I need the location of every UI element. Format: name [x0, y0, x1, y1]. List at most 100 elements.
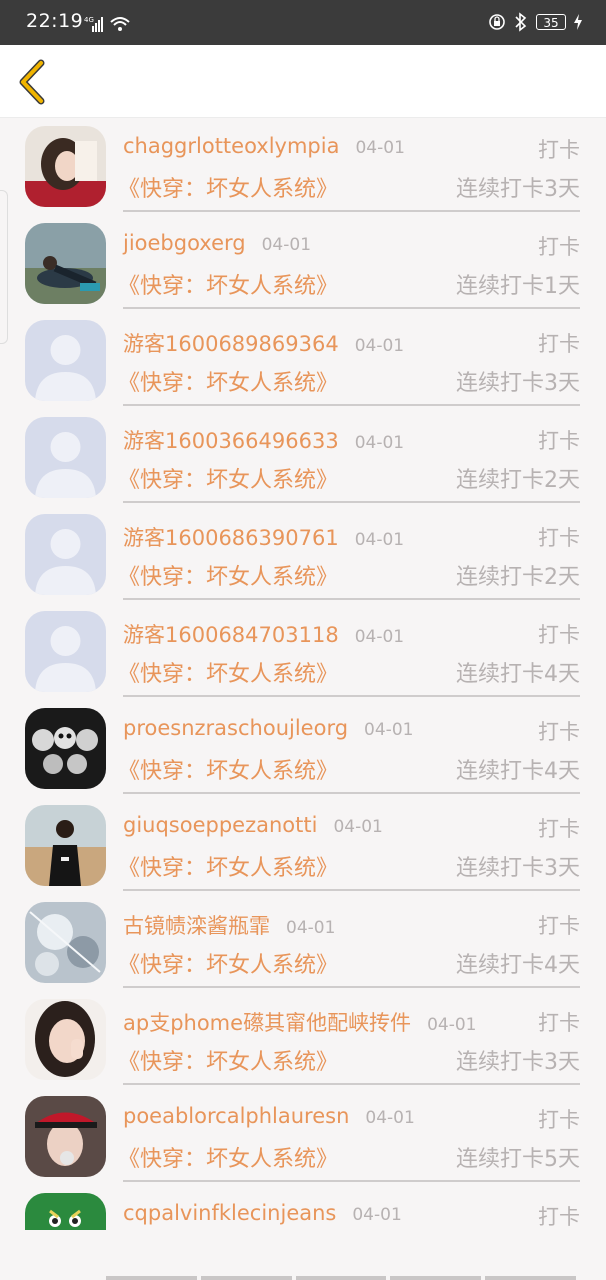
- book-title[interactable]: 《快穿：坏女人系统》: [118, 268, 338, 300]
- avatar[interactable]: [25, 223, 106, 304]
- checkin-label: 打卡: [538, 526, 580, 550]
- book-title[interactable]: 《快穿：坏女人系统》: [118, 559, 338, 591]
- checkin-label: 打卡: [538, 332, 580, 356]
- divider: [123, 307, 580, 309]
- divider: [123, 1083, 580, 1085]
- user-name-text: 游客1600366496633: [123, 429, 339, 453]
- user-name[interactable]: 古镜帻滦酱瓶霏 04-01: [123, 910, 335, 940]
- avatar[interactable]: [25, 902, 106, 983]
- avatar[interactable]: [25, 708, 106, 789]
- checkin-label: 打卡: [538, 1011, 580, 1035]
- divider: [123, 501, 580, 503]
- user-name[interactable]: 游客1600684703118 04-01: [123, 619, 404, 649]
- list-item[interactable]: cqpalvinfklecinjeans 04-01 打卡: [0, 1183, 606, 1230]
- user-name[interactable]: jioebgoxerg 04-01: [123, 231, 311, 255]
- checkin-label: 打卡: [538, 138, 580, 162]
- book-title[interactable]: 《快穿：坏女人系统》: [118, 850, 338, 882]
- chevron-left-icon: [19, 59, 45, 105]
- divider: [123, 889, 580, 891]
- avatar[interactable]: [25, 126, 106, 207]
- divider: [123, 695, 580, 697]
- user-name[interactable]: cqpalvinfklecinjeans 04-01: [123, 1201, 402, 1225]
- list-item[interactable]: ap支phome礤其甯他配峡抟件 04-01 打卡《快穿：坏女人系统》 连续打卡3天: [0, 989, 606, 1086]
- streak-days: 连续打卡4天: [456, 953, 580, 978]
- checkin-date: 04-01: [427, 1015, 477, 1035]
- checkin-list: 《快穿：坏女人系统》连续打卡2天chaggrlotteoxlympia04-01…: [0, 58, 606, 1230]
- user-name-text: 古镜帻滦酱瓶霏: [123, 914, 270, 938]
- list-item[interactable]: 古镜帻滦酱瓶霏 04-01 打卡《快穿：坏女人系统》 连续打卡4天: [0, 892, 606, 989]
- avatar[interactable]: [25, 514, 106, 595]
- book-title[interactable]: 《快穿：坏女人系统》: [118, 753, 338, 785]
- list-item[interactable]: giuqsoeppezanotti 04-01 打卡《快穿：坏女人系统》 连续打卡3天: [0, 795, 606, 892]
- bluetooth-icon: [515, 12, 527, 32]
- status-time: 22:19: [26, 10, 84, 32]
- book-title[interactable]: 《快穿：坏女人系统》: [118, 462, 338, 494]
- avatar[interactable]: [25, 1193, 106, 1230]
- streak-days: 连续打卡3天: [456, 177, 580, 202]
- list-item[interactable]: 游客1600689869364 04-01 打卡 《快穿：坏女人系统》 连续打卡3天: [0, 310, 606, 407]
- list-item[interactable]: 游客1600686390761 04-01 打卡 《快穿：坏女人系统》 连续打卡2天: [0, 504, 606, 601]
- checkin-date: 04-01: [354, 433, 405, 453]
- avatar[interactable]: [25, 1096, 106, 1177]
- user-name[interactable]: chaggrlotteoxlympia 04-01: [123, 134, 405, 158]
- list-item[interactable]: 游客1600684703118 04-01 打卡《快穿：坏女人系统》 连续打卡4天: [0, 601, 606, 698]
- streak-days: 连续打卡3天: [456, 856, 580, 881]
- checkin-label: 打卡: [538, 720, 580, 744]
- book-title[interactable]: 《快穿：坏女人系统》: [118, 365, 338, 397]
- book-title[interactable]: 《快穿：坏女人系统》: [118, 171, 338, 203]
- streak-days: 连续打卡4天: [456, 759, 580, 784]
- streak-days: 连续打卡3天: [456, 1050, 580, 1075]
- user-name-text: 游客1600684703118: [123, 623, 339, 647]
- streak-days: 连续打卡5天: [456, 1147, 580, 1172]
- user-name[interactable]: 游客1600366496633 04-01: [123, 425, 404, 455]
- list-item[interactable]: jioebgoxerg 04-01 打卡《快穿：坏女人系统》 连续打卡1天: [0, 213, 606, 310]
- charging-icon: [574, 14, 582, 30]
- checkin-label: 打卡: [538, 914, 580, 938]
- user-name[interactable]: giuqsoeppezanotti 04-01: [123, 813, 383, 837]
- checkin-date: 04-01: [352, 1205, 402, 1225]
- list-item[interactable]: 游客1600366496633 04-01 打卡 《快穿：坏女人系统》 连续打卡2天: [0, 407, 606, 504]
- book-title[interactable]: 《快穿：坏女人系统》: [118, 1141, 338, 1173]
- checkin-date: 04-01: [365, 1108, 415, 1128]
- back-button[interactable]: [14, 59, 54, 105]
- checkin-date: 04-01: [354, 530, 405, 550]
- book-title[interactable]: 《快穿：坏女人系统》: [118, 947, 338, 979]
- checkin-date: 04-01: [286, 918, 336, 938]
- scroll-indicator: [106, 1276, 576, 1280]
- checkin-date: 04-01: [355, 138, 405, 158]
- book-title[interactable]: 《快穿：坏女人系统》: [118, 656, 338, 688]
- avatar[interactable]: [25, 611, 106, 692]
- user-name-text: cqpalvinfklecinjeans: [123, 1201, 337, 1225]
- header: [0, 45, 606, 118]
- checkin-date: 04-01: [354, 627, 405, 647]
- checkin-label: 打卡: [538, 235, 580, 259]
- list-item[interactable]: poeablorcalphlauresn 04-01 打卡《快穿：坏女人系统》 连续打…: [0, 1086, 606, 1183]
- network-icons: 4G: [84, 14, 132, 38]
- divider: [123, 792, 580, 794]
- streak-days: 连续打卡1天: [456, 274, 580, 299]
- user-name[interactable]: proesnzraschoujleorg 04-01: [123, 716, 413, 740]
- avatar[interactable]: [25, 805, 106, 886]
- user-name-text: poeablorcalphlauresn: [123, 1104, 350, 1128]
- avatar[interactable]: [25, 417, 106, 498]
- status-right-icons: 35: [488, 12, 582, 32]
- streak-days: 连续打卡4天: [456, 662, 580, 687]
- user-name-text: 游客1600689869364: [123, 332, 339, 356]
- avatar[interactable]: [25, 999, 106, 1080]
- avatar[interactable]: [25, 320, 106, 401]
- checkin-label: 打卡: [538, 817, 580, 841]
- user-name-text: chaggrlotteoxlympia: [123, 134, 340, 158]
- book-title[interactable]: 《快穿：坏女人系统》: [118, 1044, 338, 1076]
- user-name[interactable]: ap支phome礤其甯他配峡抟件 04-01: [123, 1007, 476, 1037]
- list-item[interactable]: chaggrlotteoxlympia 04-01 打卡《快穿：坏女人系统》 连续打卡…: [0, 116, 606, 213]
- user-name[interactable]: 游客1600686390761 04-01: [123, 522, 404, 552]
- list-item[interactable]: proesnzraschoujleorg 04-01 打卡《快穿：坏女人系统》 连续打…: [0, 698, 606, 795]
- status-bar: 22:19 4G 35: [0, 0, 606, 45]
- user-name[interactable]: 游客1600689869364 04-01: [123, 328, 404, 358]
- checkin-label: 打卡: [538, 1108, 580, 1132]
- checkin-date: 04-01: [354, 336, 405, 356]
- divider: [123, 598, 580, 600]
- checkin-label: 打卡: [538, 623, 580, 647]
- user-name[interactable]: poeablorcalphlauresn 04-01: [123, 1104, 415, 1128]
- alarm-lock-icon: [489, 14, 505, 30]
